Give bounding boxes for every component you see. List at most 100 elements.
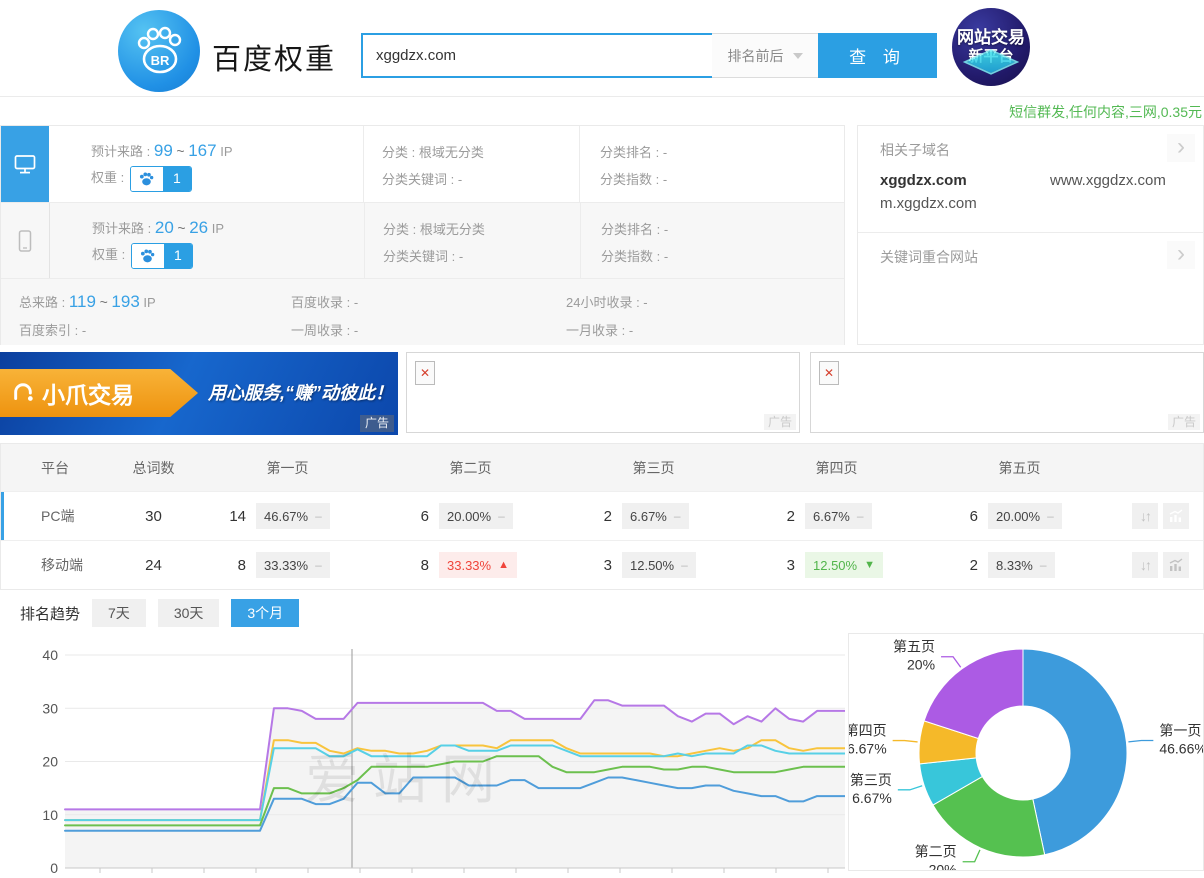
svg-text:BR: BR <box>151 53 170 68</box>
page-pct-chip: 33.33% <box>439 552 517 578</box>
weight-badge[interactable]: 1 <box>130 166 192 192</box>
category-keywords: 分类关键词 : - <box>382 166 579 193</box>
weight-label: 权重 : <box>91 170 124 185</box>
page-distribution-donut[interactable]: 第一页46.66%第二页20%第三页6.67%第四页6.67%第五页20% <box>848 633 1204 871</box>
category-rank: 分类排名 : - <box>601 216 844 243</box>
month-collect: 一月收录 : - <box>566 320 633 339</box>
svg-text:6.67%: 6.67% <box>852 790 892 806</box>
ad-tag: 广告 <box>360 415 394 432</box>
svg-text:20: 20 <box>42 754 58 770</box>
mobile-tab[interactable] <box>1 203 50 278</box>
svg-text:10: 10 <box>42 807 58 823</box>
phone-icon <box>14 229 36 253</box>
page-count: 6 <box>379 508 429 525</box>
badge-line1: 网站交易 <box>957 28 1025 48</box>
overlap-sites-section: 关键词重合网站 › <box>858 233 1203 267</box>
svg-text:0: 0 <box>50 860 58 873</box>
related-domains-section: 相关子域名 › xggdzx.com www.xggdzx.com m.xggd… <box>858 126 1203 233</box>
ad-slogan: 用心服务,“赚”动彼此！ <box>208 379 396 405</box>
ad-tag: 广告 <box>1168 414 1200 430</box>
col-page2: 第二页 <box>379 458 562 478</box>
keyword-rank-table: 平台 总词数 第一页 第二页 第三页 第四页 第五页 PC端 30 1446.6… <box>0 443 1204 590</box>
page-count: 2 <box>928 557 978 574</box>
col-page3: 第三页 <box>562 458 745 478</box>
svg-text:20%: 20% <box>907 657 935 673</box>
weight-badge[interactable]: 1 <box>131 243 193 269</box>
domain-link[interactable]: xggdzx.com <box>880 172 1050 189</box>
table-header: 平台 总词数 第一页 第二页 第三页 第四页 第五页 <box>1 444 1203 491</box>
category-keywords: 分类关键词 : - <box>383 243 580 270</box>
col-platform: 平台 <box>1 458 111 478</box>
ad-banner[interactable]: 小爪交易 用心服务,“赚”动彼此！ 广告 <box>0 352 398 435</box>
tab-30days[interactable]: 30天 <box>158 599 220 627</box>
page-pct-chip: 33.33% <box>256 552 330 578</box>
chevron-right-icon[interactable]: › <box>1167 241 1195 269</box>
svg-text:第三页: 第三页 <box>850 772 892 788</box>
page-pct-chip: 6.67% <box>622 503 689 529</box>
trend-line-chart[interactable]: 010203040 爱站网 <box>0 635 845 873</box>
ad-slot-empty: ✕ 广告 <box>810 352 1204 433</box>
chevron-right-icon[interactable]: › <box>1167 134 1195 162</box>
paw-icon <box>131 167 163 191</box>
page-title: 百度权重 <box>212 36 336 78</box>
promo-link[interactable]: 短信群发,任何内容,三网,0.35元 <box>1009 102 1202 122</box>
overview-row-pc: 预计来路 : 99 ~ 167 IP 权重 : 1 <box>1 126 844 202</box>
domain-link[interactable]: m.xggdzx.com <box>880 195 977 212</box>
ad-slot-empty: ✕ 广告 <box>406 352 800 433</box>
ad-tag: 广告 <box>764 414 796 430</box>
paw-icon <box>132 244 164 268</box>
traffic-unit: IP <box>220 144 232 159</box>
total-traffic-unit: IP <box>143 295 155 310</box>
svg-text:40: 40 <box>42 647 58 663</box>
tab-3months[interactable]: 3个月 <box>231 599 299 627</box>
table-row-pc[interactable]: PC端 30 1446.67% 620.00% 26.67% 26.67% 62… <box>1 491 1203 540</box>
traffic-low: 20 <box>155 218 174 237</box>
traffic-high: 26 <box>189 218 208 237</box>
bar-chart-icon <box>1168 557 1184 573</box>
overlap-sites-title: 关键词重合网站 <box>880 247 1203 267</box>
total-traffic-low: 119 <box>69 292 96 311</box>
search-input[interactable] <box>361 33 712 78</box>
related-domains-title: 相关子域名 <box>880 140 1203 160</box>
site-trade-badge[interactable]: 网站交易 新平台 <box>952 8 1030 86</box>
baidu-collect: 百度收录 : - <box>291 292 358 311</box>
trend-header: 排名趋势 7天 30天 3个月 <box>20 599 299 627</box>
chart-toggle-button[interactable] <box>1163 503 1189 529</box>
tab-7days[interactable]: 7天 <box>92 599 146 627</box>
platform-cell: 移动端 <box>1 555 111 575</box>
page-count: 6 <box>928 508 978 525</box>
col-page4: 第四页 <box>745 458 928 478</box>
page-pct-chip: 20.00% <box>988 503 1062 529</box>
traffic-unit: IP <box>212 221 224 236</box>
week-collect: 一周收录 : - <box>291 320 358 339</box>
chart-toggle-button[interactable] <box>1163 552 1189 578</box>
totals-row: 总来路 : 119 ~ 193 IP 百度收录 : - 24小时收录 : - 百… <box>1 278 844 345</box>
weight-label: 权重 : <box>92 247 125 262</box>
header: BR 百度权重 排名前后 查 询 网站交易 新平台 <box>0 0 1204 97</box>
line-chart-canvas[interactable]: 0 10 20 30 40 <box>0 635 845 873</box>
page-pct-chip: 12.50% <box>805 552 883 578</box>
page-count: 2 <box>562 508 612 525</box>
total-words-cell: 30 <box>111 508 196 525</box>
sort-button[interactable]: ↓↑ <box>1132 503 1158 529</box>
page-pct-chip: 6.67% <box>805 503 872 529</box>
traffic-label: 预计来路 : <box>91 144 150 159</box>
page-count: 14 <box>196 508 246 525</box>
svg-text:第五页: 第五页 <box>893 639 935 655</box>
query-button[interactable]: 查 询 <box>818 33 937 78</box>
broken-image-icon: ✕ <box>415 361 435 385</box>
page-pct-chip: 46.67% <box>256 503 330 529</box>
search-bar: 排名前后 查 询 <box>361 33 937 78</box>
svg-text:30: 30 <box>42 700 58 716</box>
page-count: 2 <box>745 508 795 525</box>
domain-link[interactable]: www.xggdzx.com <box>1050 172 1166 189</box>
col-total-words: 总词数 <box>111 458 196 478</box>
donut-chart-canvas[interactable]: 第一页46.66%第二页20%第三页6.67%第四页6.67%第五页20% <box>849 634 1203 870</box>
pc-tab[interactable] <box>1 126 49 202</box>
traffic-label: 预计来路 : <box>92 221 151 236</box>
rank-order-dropdown[interactable]: 排名前后 <box>712 33 818 78</box>
sort-button[interactable]: ↓↑ <box>1132 552 1158 578</box>
page-pct-chip: 12.50% <box>622 552 696 578</box>
table-row-mobile[interactable]: 移动端 24 833.33% 833.33% 312.50% 312.50% 2… <box>1 540 1203 589</box>
chevron-down-icon <box>793 53 803 59</box>
